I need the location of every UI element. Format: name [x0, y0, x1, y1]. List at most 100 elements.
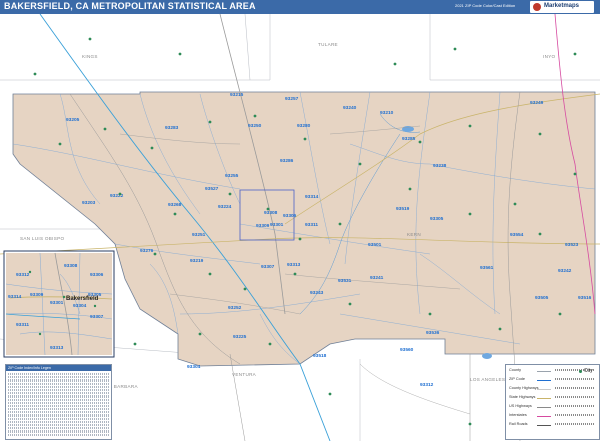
- zip-label: 93205: [66, 117, 80, 123]
- state-highway-icon: [537, 398, 551, 400]
- county-label: INYO: [543, 54, 556, 59]
- zip-label: 93536: [426, 330, 440, 336]
- inset-zip-label: 93309: [30, 292, 44, 298]
- zip-label: 93306: [283, 213, 297, 219]
- zip-label: 93527: [205, 186, 219, 192]
- zip-label: 93249: [530, 100, 544, 106]
- zip-label: 93309: [256, 223, 270, 229]
- zip-label: 93313: [287, 262, 301, 268]
- key-row-zip: ZIP Code: [509, 377, 597, 384]
- county-line-icon: [537, 371, 551, 373]
- zip-label: 93519: [396, 206, 410, 212]
- zip-label: 93210: [380, 110, 394, 116]
- county-label: KERN: [407, 232, 421, 237]
- south-road: [359, 363, 471, 415]
- zip-label: 93285: [402, 136, 416, 142]
- map-title: BAKERSFIELD, CA METROPOLITAN STATISTICAL…: [4, 1, 256, 11]
- key-label: Rail Roads: [509, 422, 528, 426]
- zip-label: 93505: [535, 295, 549, 301]
- city-dot-icon: [579, 370, 582, 373]
- zip-label: 93255: [225, 173, 239, 179]
- key-label: US Highways: [509, 404, 532, 408]
- key-label: Interstates: [509, 413, 527, 417]
- us-highway-icon: [537, 407, 551, 409]
- county-label: VENTURA: [232, 372, 257, 377]
- key-label: County: [509, 368, 522, 372]
- zip-label: 93268: [168, 202, 182, 208]
- zip-label: 93307: [261, 264, 275, 270]
- inset-map: 93308 93306 93312 93309 93301 93305 9330…: [3, 250, 115, 358]
- county-label: KINGS: [82, 54, 98, 59]
- zip-label: 93240: [343, 105, 357, 111]
- inset-zip-label: 93313: [50, 345, 64, 351]
- zip-label: 93242: [558, 268, 572, 274]
- key-label: ZIP Code: [509, 377, 525, 381]
- zip-label: 93280: [297, 123, 311, 129]
- key-row-rail-roads: Rail Roads: [509, 422, 597, 429]
- key-row-interstates: Interstates: [509, 413, 597, 420]
- map-page: BAKERSFIELD, CA METROPOLITAN STATISTICAL…: [0, 0, 600, 441]
- zip-label: 93250: [248, 123, 262, 129]
- inset-city-label: Bakersfield: [66, 296, 99, 302]
- ventura-road: [229, 353, 246, 441]
- county-highway-icon: [537, 389, 551, 391]
- logo-text: Marketmaps: [544, 3, 580, 9]
- zip-label: 93243: [310, 290, 324, 296]
- zip-index-legend: ZIP Code Index/Info Legen: [5, 364, 112, 440]
- inset-zip-label: 93306: [90, 272, 104, 278]
- lake-south: [482, 353, 492, 359]
- key-row-county-highways: County Highways: [509, 386, 597, 393]
- key-label: State Highways: [509, 395, 536, 399]
- county-line-north: [244, 14, 251, 81]
- kings-tulare-border: [0, 14, 271, 81]
- key-row-state-highways: State Highways: [509, 395, 597, 402]
- zip-label: 93304: [187, 364, 201, 370]
- zip-label: 93276: [140, 248, 154, 254]
- zip-label: 93203: [82, 200, 96, 206]
- inset-zip-label: 93301: [50, 300, 64, 306]
- zip-label: 93523: [565, 242, 579, 248]
- zip-label: 93531: [338, 278, 352, 284]
- inset-zip-label: 93311: [16, 322, 29, 328]
- zip-label: 93312: [420, 382, 434, 388]
- publisher-logo: Marketmaps: [530, 1, 594, 13]
- inset-zip-label: 93304: [73, 303, 87, 309]
- county-label: LOS ANGELES: [470, 377, 505, 382]
- inset-zip-label: 93314: [8, 294, 22, 300]
- zip-label: 93283: [165, 125, 179, 131]
- zip-label: 93222: [110, 193, 124, 199]
- edition-label: 2021 ZIP Code Color/Cast Edition: [455, 3, 516, 8]
- legend-column: [42, 373, 75, 437]
- inset-zip-label: 93307: [90, 314, 104, 320]
- zip-label: 93305: [430, 216, 444, 222]
- zip-label: 93561: [480, 265, 494, 271]
- inset-zip-label: 93308: [64, 263, 78, 269]
- zip-label: 93224: [218, 204, 232, 210]
- zip-label: 93518: [313, 353, 327, 359]
- zip-label: 93252: [228, 305, 242, 311]
- zip-label: 93516: [578, 295, 592, 301]
- interstate-icon: [537, 416, 551, 418]
- zip-label: 93301: [270, 222, 284, 228]
- key-row-us-highways: US Highways: [509, 404, 597, 411]
- zip-label: 93219: [190, 258, 204, 264]
- zip-label: 93560: [400, 347, 414, 353]
- zip-label: 93257: [285, 96, 299, 102]
- zip-label: 93238: [433, 163, 447, 169]
- zip-label: 93311: [305, 222, 318, 228]
- rail-road-icon: [537, 425, 551, 427]
- legend-column: [8, 373, 41, 437]
- zip-label: 93308: [264, 210, 278, 216]
- county-label: SAN LUIS OBISPO: [20, 236, 64, 241]
- legend-column: [76, 373, 109, 437]
- tulare-inyo-border: [429, 14, 600, 81]
- zip-label: 93501: [368, 242, 382, 248]
- inset-zip-label: 93312: [16, 272, 30, 278]
- zip-label: 93225: [233, 334, 247, 340]
- logo-mark-icon: [533, 3, 541, 11]
- map-key: County ZIP Code County Highways State Hi…: [505, 364, 600, 440]
- zip-label: 93215: [230, 92, 244, 98]
- key-city-sample: City: [584, 368, 593, 374]
- title-bar: BAKERSFIELD, CA METROPOLITAN STATISTICAL…: [0, 0, 600, 14]
- zip-line-icon: [537, 380, 551, 382]
